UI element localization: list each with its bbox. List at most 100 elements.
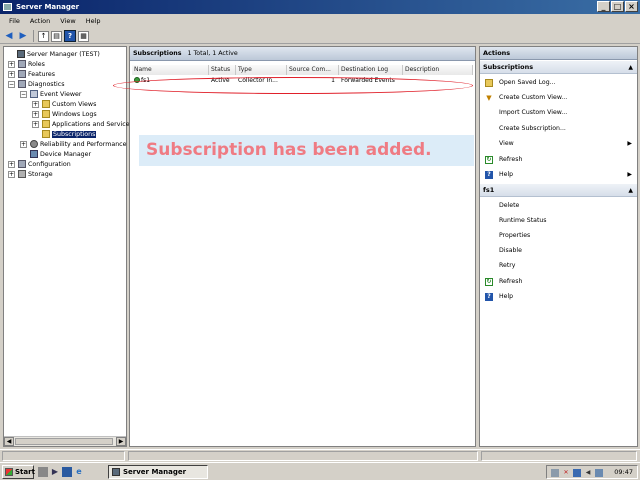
tree-item-configuration[interactable]: + Configuration: [8, 159, 71, 169]
menu-action[interactable]: Action: [25, 15, 55, 28]
monitor-icon[interactable]: [573, 469, 581, 477]
clock[interactable]: 09:47: [614, 466, 633, 479]
expand-icon[interactable]: +: [20, 140, 27, 148]
minimize-button[interactable]: _: [597, 1, 610, 12]
action-view[interactable]: View ▶: [480, 138, 637, 150]
expand-icon[interactable]: +: [32, 110, 39, 118]
actions-section-fs1[interactable]: fs1 ▲: [480, 184, 637, 197]
action-import-custom-view[interactable]: Import Custom View...: [480, 107, 637, 119]
help-icon[interactable]: ?: [64, 30, 76, 42]
expand-icon[interactable]: +: [8, 170, 15, 178]
collapse-icon[interactable]: −: [8, 80, 15, 88]
tree-horizontal-scrollbar[interactable]: ◀ ▶: [4, 436, 126, 446]
status-bar: [0, 449, 640, 461]
features-icon: [18, 70, 26, 78]
action-label: Import Custom View...: [499, 109, 568, 116]
volume-icon[interactable]: ◀: [584, 469, 592, 477]
cell-status: Active: [211, 77, 230, 84]
action-open-saved-log[interactable]: Open Saved Log...: [480, 77, 637, 89]
back-arrow-icon[interactable]: ◀: [3, 30, 15, 42]
show-hide-tree-icon[interactable]: ▤: [51, 30, 62, 42]
expand-icon[interactable]: +: [8, 160, 15, 168]
forward-arrow-icon[interactable]: ▶: [17, 30, 29, 42]
up-folder-icon[interactable]: ↑: [38, 30, 49, 42]
connection-icon[interactable]: [595, 469, 603, 477]
actions-section-subscriptions[interactable]: Subscriptions ▲: [480, 61, 637, 74]
action-label: Create Custom View...: [499, 94, 568, 101]
tree-item-reliability-performance[interactable]: + Reliability and Performance: [20, 139, 127, 149]
action-help[interactable]: ? Help ▶: [480, 169, 637, 181]
subscriptions-icon: [42, 130, 50, 138]
column-status[interactable]: Status: [209, 65, 236, 75]
action-delete[interactable]: Delete: [480, 200, 637, 212]
action-help-fs1[interactable]: ? Help: [480, 291, 637, 303]
device-icon: [30, 150, 38, 158]
action-refresh[interactable]: ↻ Refresh: [480, 154, 637, 166]
show-desktop-icon[interactable]: [62, 467, 72, 477]
server-icon: [17, 50, 25, 58]
maximize-button[interactable]: □: [611, 1, 624, 12]
column-description[interactable]: Description: [403, 65, 473, 75]
action-label: View: [499, 140, 514, 147]
expand-icon[interactable]: +: [32, 120, 39, 128]
network-icon[interactable]: [551, 469, 559, 477]
tree-item-windows-logs[interactable]: + Windows Logs: [32, 109, 97, 119]
expand-icon[interactable]: +: [8, 60, 15, 68]
column-name[interactable]: Name: [132, 65, 209, 75]
results-pane: Subscriptions 1 Total, 1 Active Name Sta…: [113, 46, 476, 447]
action-create-custom-view[interactable]: ▼ Create Custom View...: [480, 92, 637, 104]
properties-icon[interactable]: ▦: [78, 30, 89, 42]
taskbar-item-server-manager[interactable]: Server Manager: [108, 465, 208, 479]
collapse-icon[interactable]: −: [20, 90, 27, 98]
action-label: Refresh: [499, 156, 523, 163]
scroll-thumb[interactable]: [15, 438, 113, 445]
powershell-icon[interactable]: ▶: [50, 467, 60, 477]
window-controls: _ □ ×: [597, 1, 638, 12]
start-button[interactable]: Start: [2, 465, 35, 479]
collapse-up-icon[interactable]: ▲: [628, 184, 633, 197]
tree-item-diagnostics[interactable]: − Diagnostics: [8, 79, 65, 89]
tree-item-storage[interactable]: + Storage: [8, 169, 53, 179]
table-row[interactable]: fs1 Active Collector In... 1 Forwarded E…: [132, 76, 473, 86]
server-manager-quicklaunch-icon[interactable]: [38, 467, 48, 477]
tree-item-server-manager[interactable]: Server Manager (TEST): [7, 49, 100, 59]
column-destination-log[interactable]: Destination Log: [339, 65, 403, 75]
tree-item-label: Device Manager: [40, 150, 92, 158]
column-type[interactable]: Type: [236, 65, 287, 75]
scroll-left-icon[interactable]: ◀: [4, 437, 14, 446]
window-titlebar[interactable]: Server Manager _ □ ×: [0, 0, 640, 14]
tree-item-custom-views[interactable]: + Custom Views: [32, 99, 96, 109]
tree-item-features[interactable]: + Features: [8, 69, 55, 79]
status-panel: [2, 451, 125, 461]
action-runtime-status[interactable]: Runtime Status: [480, 215, 637, 227]
menu-file[interactable]: File: [4, 15, 25, 28]
close-button[interactable]: ×: [625, 1, 638, 12]
menu-view[interactable]: View: [55, 15, 80, 28]
action-properties[interactable]: Properties: [480, 230, 637, 242]
action-disable[interactable]: Disable: [480, 245, 637, 257]
collapse-up-icon[interactable]: ▲: [628, 61, 633, 74]
taskbar-item-label: Server Manager: [123, 468, 187, 476]
expand-icon[interactable]: +: [8, 70, 15, 78]
action-label: Refresh: [499, 278, 523, 285]
tree-item-label: Event Viewer: [40, 90, 82, 98]
menu-help[interactable]: Help: [81, 15, 106, 28]
tree-item-subscriptions[interactable]: Subscriptions: [42, 129, 97, 139]
action-create-subscription[interactable]: Create Subscription...: [480, 123, 637, 135]
tree-item-roles[interactable]: + Roles: [8, 59, 45, 69]
tree-item-applications-services[interactable]: + Applications and Service: [32, 119, 130, 129]
expand-icon[interactable]: +: [32, 100, 39, 108]
window-title: Server Manager: [16, 3, 80, 11]
scroll-right-icon[interactable]: ▶: [116, 437, 126, 446]
tree-item-event-viewer[interactable]: − Event Viewer: [20, 89, 81, 99]
column-source-computers[interactable]: Source Com...: [287, 65, 339, 75]
action-retry[interactable]: Retry: [480, 260, 637, 272]
security-alert-icon[interactable]: ✕: [562, 469, 570, 477]
tree-item-device-manager[interactable]: Device Manager: [30, 149, 91, 159]
action-label: Delete: [499, 202, 520, 209]
refresh-icon: ↻: [485, 278, 493, 286]
action-refresh-fs1[interactable]: ↻ Refresh: [480, 276, 637, 288]
tree-item-label: Windows Logs: [52, 110, 97, 118]
action-label: Retry: [499, 262, 516, 269]
internet-explorer-icon[interactable]: e: [74, 467, 84, 477]
